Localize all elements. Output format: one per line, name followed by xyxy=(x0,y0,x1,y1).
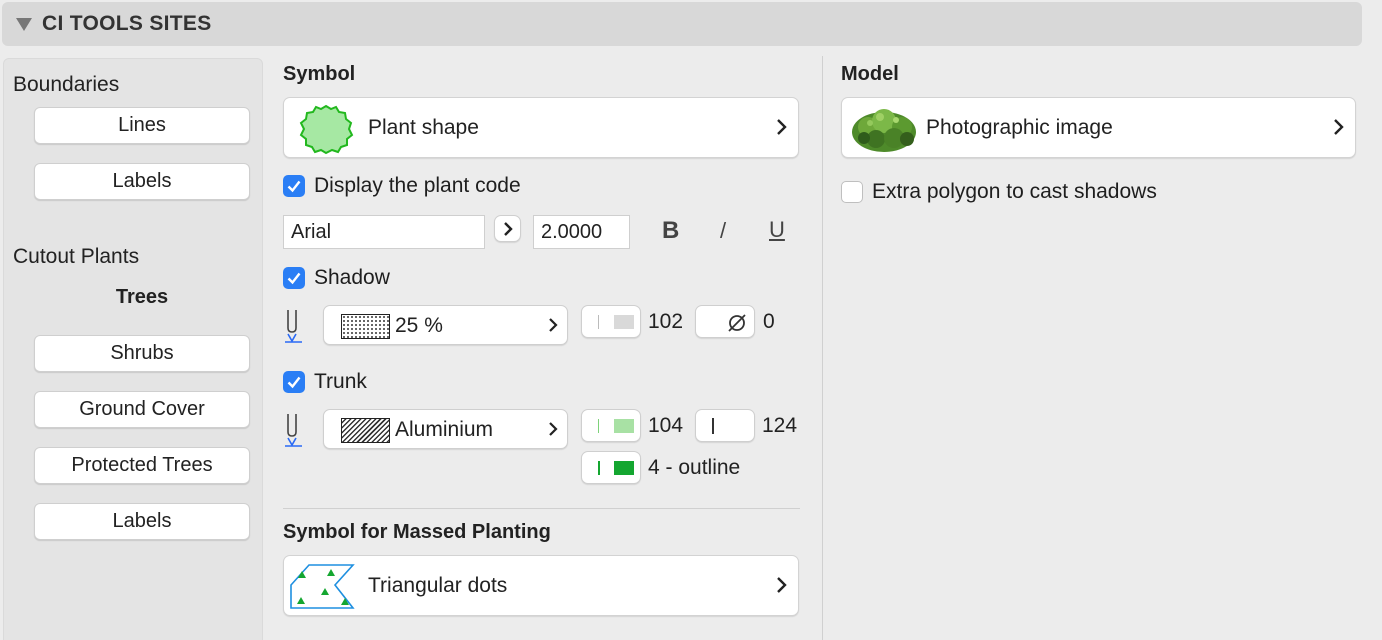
font-menu-button[interactable] xyxy=(494,215,521,242)
font-size-field[interactable]: 2.0000 xyxy=(533,215,630,249)
massed-pattern-selector[interactable]: Triangular dots xyxy=(283,555,799,616)
trunk-fill-selector[interactable]: Aluminium xyxy=(323,409,568,449)
section-title: CI TOOLS SITES xyxy=(42,12,212,35)
shadow-pen-number: 102 xyxy=(648,310,684,333)
checkmark-icon xyxy=(287,180,301,193)
symbol-heading: Symbol xyxy=(283,63,356,85)
transparent-pen-icon xyxy=(728,314,746,332)
pen-color-swatch xyxy=(614,461,634,475)
chevron-right-icon xyxy=(504,222,513,236)
chevron-right-icon xyxy=(777,577,787,593)
bold-toggle[interactable]: B xyxy=(662,217,679,245)
plant-shape-label: Plant shape xyxy=(368,116,479,139)
triangular-dots-icon xyxy=(290,564,355,609)
shadow-pen-selector[interactable] xyxy=(581,305,641,338)
hatch-pattern-swatch xyxy=(341,418,390,443)
extra-polygon-checkbox[interactable] xyxy=(841,181,863,203)
pen-line-icon xyxy=(598,419,599,433)
pen-line-icon xyxy=(598,461,600,475)
cutout-trees-selected[interactable]: Trees xyxy=(34,286,250,309)
sidebar: Boundaries Lines Labels Cutout Plants Tr… xyxy=(3,58,263,640)
checkmark-icon xyxy=(287,376,301,389)
model-image-label: Photographic image xyxy=(926,116,1113,139)
trunk-background-pen-number: 124 xyxy=(762,414,798,437)
boundaries-lines-button[interactable]: Lines xyxy=(34,107,250,144)
trunk-label: Trunk xyxy=(314,370,367,393)
plant-shape-selector[interactable]: Plant shape xyxy=(283,97,799,158)
cutout-ground-cover-button[interactable]: Ground Cover xyxy=(34,391,250,428)
column-divider xyxy=(822,56,823,640)
chevron-right-icon xyxy=(1334,119,1344,135)
italic-toggle[interactable]: / xyxy=(720,218,726,244)
cutout-labels-button[interactable]: Labels xyxy=(34,503,250,540)
trunk-fill-label: Aluminium xyxy=(395,418,494,441)
display-plant-code-label: Display the plant code xyxy=(314,174,521,197)
boundaries-labels-button[interactable]: Labels xyxy=(34,163,250,200)
shadow-background-pen-number: 0 xyxy=(763,310,775,333)
cutout-protected-trees-button[interactable]: Protected Trees xyxy=(34,447,250,484)
display-plant-code-checkbox[interactable] xyxy=(283,175,305,197)
massed-planting-heading: Symbol for Massed Planting xyxy=(283,521,551,543)
extra-polygon-label: Extra polygon to cast shadows xyxy=(872,180,1157,203)
boundaries-heading: Boundaries xyxy=(13,73,120,96)
pen-color-swatch xyxy=(614,419,634,433)
trunk-pen-selector[interactable] xyxy=(581,409,641,442)
trunk-outline-pen-selector[interactable] xyxy=(581,451,641,484)
shrub-photo-thumbnail xyxy=(852,109,916,152)
shadow-fill-label: 25 % xyxy=(395,314,443,337)
shadow-checkbox[interactable] xyxy=(283,267,305,289)
model-heading: Model xyxy=(841,63,899,85)
chevron-right-icon xyxy=(549,318,558,332)
chevron-right-icon xyxy=(777,119,787,135)
cutout-shrubs-button[interactable]: Shrubs xyxy=(34,335,250,372)
trunk-checkbox[interactable] xyxy=(283,371,305,393)
cutout-plants-heading: Cutout Plants xyxy=(13,245,140,268)
checkmark-icon xyxy=(287,272,301,285)
font-name-field[interactable]: Arial xyxy=(283,215,485,249)
shadow-label: Shadow xyxy=(314,266,390,289)
plant-shape-icon xyxy=(299,104,354,155)
underline-toggle[interactable]: U xyxy=(769,217,785,243)
chevron-right-icon xyxy=(549,422,558,436)
section-divider xyxy=(283,508,800,509)
shadow-fill-selector[interactable]: 25 % xyxy=(323,305,568,345)
shadow-background-pen-selector[interactable] xyxy=(695,305,755,338)
section-header[interactable]: CI TOOLS SITES xyxy=(2,2,1362,46)
disclosure-triangle-icon[interactable] xyxy=(16,17,32,31)
fill-pen-icon xyxy=(285,414,302,447)
fill-pen-icon xyxy=(285,310,302,343)
pen-line-icon xyxy=(598,315,599,329)
dot-pattern-swatch xyxy=(341,314,390,339)
pen-line-icon xyxy=(712,418,714,434)
model-image-selector[interactable]: Photographic image xyxy=(841,97,1356,158)
pen-color-swatch xyxy=(614,315,634,329)
trunk-background-pen-selector[interactable] xyxy=(695,409,755,442)
trunk-pen-number: 104 xyxy=(648,414,684,437)
trunk-outline-label: 4 - outline xyxy=(648,456,741,479)
massed-pattern-label: Triangular dots xyxy=(368,574,508,597)
